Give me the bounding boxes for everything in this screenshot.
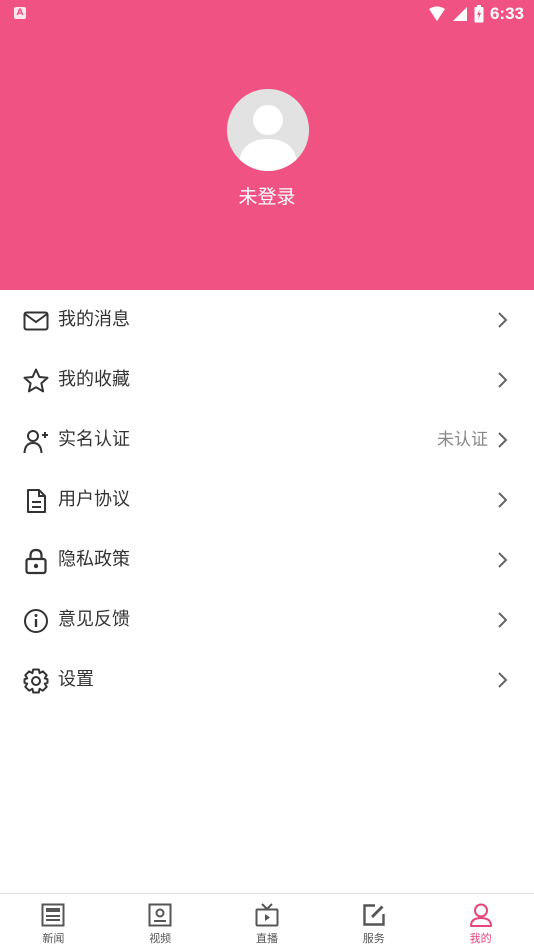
menu-item-label: 实名认证 — [58, 429, 130, 450]
menu-list: 我的消息 我的收藏 实名认证 未认证 用户协议 隐私政策 意见反馈 设置 — [0, 290, 534, 710]
menu-item-messages[interactable]: 我的消息 — [0, 290, 534, 350]
bottom-tab-bar: 新闻 视频 直播 服务 我的 — [0, 893, 534, 951]
battery-icon — [474, 5, 484, 23]
tab-news[interactable]: 新闻 — [0, 894, 107, 951]
edit-icon — [363, 904, 385, 926]
chevron-right-icon — [498, 312, 508, 328]
chevron-right-icon — [498, 372, 508, 388]
signal-icon — [452, 7, 467, 21]
add-user-icon — [23, 430, 48, 454]
video-icon — [148, 903, 172, 927]
verify-status: 未认证 — [437, 430, 488, 450]
menu-item-verify[interactable]: 实名认证 未认证 — [0, 410, 534, 470]
status-bar: A 6:33 — [0, 0, 534, 28]
info-icon — [24, 609, 48, 633]
login-link[interactable]: 未登录 — [0, 182, 534, 209]
menu-item-label: 隐私政策 — [58, 549, 130, 570]
tv-icon — [255, 903, 279, 927]
star-icon — [23, 368, 49, 393]
menu-item-label: 我的消息 — [58, 309, 130, 330]
person-icon — [469, 903, 492, 927]
mail-icon — [23, 311, 49, 331]
tab-label: 视频 — [149, 932, 172, 945]
status-indicators: 6:33 — [428, 3, 524, 25]
menu-item-label: 设置 — [58, 669, 94, 690]
chevron-right-icon — [498, 612, 508, 628]
menu-item-favorites[interactable]: 我的收藏 — [0, 350, 534, 410]
lock-icon — [25, 548, 47, 575]
tab-label: 直播 — [255, 932, 278, 945]
default-avatar-icon — [227, 89, 309, 171]
tab-label: 服务 — [362, 932, 385, 945]
chevron-right-icon — [498, 432, 508, 448]
chevron-right-icon — [498, 492, 508, 508]
wifi-icon — [428, 6, 445, 21]
tab-mine[interactable]: 我的 — [427, 894, 534, 951]
chevron-right-icon — [498, 552, 508, 568]
notification-badge: A — [14, 7, 26, 19]
newspaper-icon — [41, 903, 65, 927]
document-icon — [27, 489, 46, 513]
menu-item-settings[interactable]: 设置 — [0, 650, 534, 710]
menu-item-label: 我的收藏 — [58, 369, 130, 390]
menu-item-feedback[interactable]: 意见反馈 — [0, 590, 534, 650]
tab-label: 我的 — [469, 932, 492, 945]
clock: 6:33 — [489, 4, 524, 23]
gear-icon — [23, 668, 49, 694]
menu-item-agreement[interactable]: 用户协议 — [0, 470, 534, 530]
chevron-right-icon — [498, 672, 508, 688]
menu-item-label: 用户协议 — [58, 489, 130, 510]
menu-item-label: 意见反馈 — [58, 609, 130, 630]
tab-video[interactable]: 视频 — [107, 894, 214, 951]
tab-label: 新闻 — [42, 932, 65, 945]
menu-item-privacy[interactable]: 隐私政策 — [0, 530, 534, 590]
avatar[interactable] — [227, 89, 309, 171]
tab-service[interactable]: 服务 — [320, 894, 427, 951]
tab-live[interactable]: 直播 — [214, 894, 321, 951]
profile-header: A 6:33 未登录 — [0, 0, 534, 290]
